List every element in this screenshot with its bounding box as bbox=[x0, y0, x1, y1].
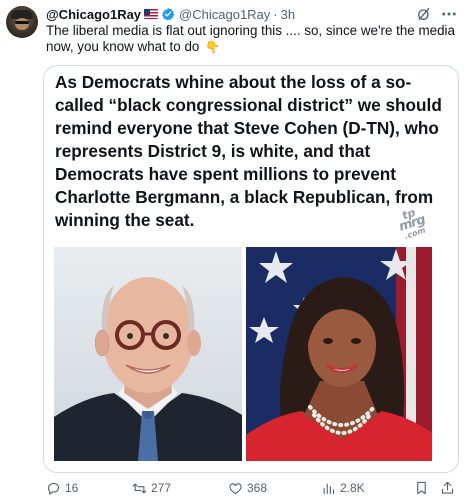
like-count: 368 bbox=[247, 481, 268, 495]
action-bar: 16 277 368 2.8K bbox=[0, 478, 466, 498]
reply-count: 16 bbox=[65, 481, 79, 495]
heart-icon bbox=[229, 482, 242, 494]
repost-button[interactable]: 277 bbox=[132, 478, 171, 498]
avatar-face bbox=[15, 18, 29, 30]
us-flag-icon bbox=[144, 9, 159, 19]
reply-button[interactable]: 16 bbox=[46, 478, 78, 498]
post-header: @Chicago1Ray @Chicago1Ray · 3h bbox=[46, 6, 295, 22]
views-icon bbox=[323, 483, 335, 494]
card-headline: As Democrats whine about the loss of a s… bbox=[55, 72, 442, 230]
avatar[interactable] bbox=[6, 6, 38, 38]
grok-icon[interactable] bbox=[416, 6, 432, 22]
pointing-down-emoji: 👇 bbox=[205, 40, 221, 54]
views-count: 2.8K bbox=[340, 481, 365, 495]
more-options-icon[interactable] bbox=[440, 6, 458, 22]
handle[interactable]: @Chicago1Ray bbox=[179, 7, 270, 22]
repost-count: 277 bbox=[151, 481, 172, 495]
views-button[interactable]: 2.8K bbox=[321, 478, 365, 498]
verified-badge-icon bbox=[161, 7, 175, 21]
like-button[interactable]: 368 bbox=[228, 478, 267, 498]
separator-dot: · bbox=[273, 6, 278, 22]
reply-icon bbox=[47, 482, 60, 495]
timestamp[interactable]: 3h bbox=[281, 7, 295, 22]
post-text: The liberal media is flat out ignoring t… bbox=[46, 23, 456, 55]
photo-charlotte-bergmann[interactable] bbox=[246, 247, 432, 461]
display-name[interactable]: @Chicago1Ray bbox=[46, 7, 141, 22]
photo-steve-cohen[interactable] bbox=[54, 247, 242, 461]
share-icon[interactable] bbox=[440, 480, 455, 496]
repost-icon bbox=[132, 483, 147, 493]
media-card[interactable]: As Democrats whine about the loss of a s… bbox=[43, 65, 459, 473]
avatar-glasses bbox=[15, 21, 29, 24]
post-text-body: The liberal media is flat out ignoring t… bbox=[46, 23, 455, 54]
bookmark-icon[interactable] bbox=[414, 480, 429, 496]
